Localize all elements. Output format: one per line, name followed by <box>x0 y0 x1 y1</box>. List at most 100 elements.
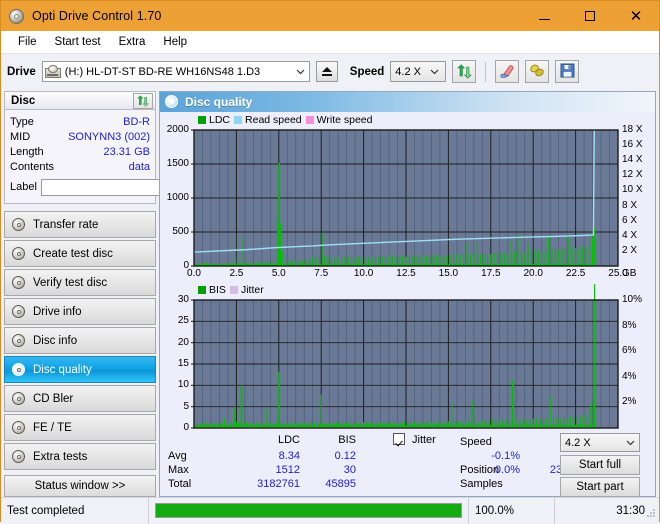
erase-button[interactable] <box>495 60 520 83</box>
window-title: Opti Drive Control 1.70 <box>32 9 162 23</box>
eject-button[interactable] <box>315 61 338 82</box>
y-tick-label: 500 <box>172 226 189 237</box>
resize-grip-icon <box>646 508 656 518</box>
sidebar-item-transfer-rate[interactable]: Transfer rate <box>4 211 156 238</box>
disc-mid-label: MID <box>10 130 31 143</box>
sidebar-item-create-test-disc[interactable]: Create test disc <box>4 240 156 267</box>
legend-swatch <box>229 286 238 294</box>
sidebar-item-label: Disc quality <box>33 363 92 376</box>
menu-bar: File Start test Extra Help <box>1 31 659 53</box>
x-tick-label: 7.5 <box>314 268 329 279</box>
sidebar-item-drive-info[interactable]: Drive info <box>4 298 156 325</box>
legend-label: LDC <box>209 114 231 126</box>
y2-tick-label: 14 X <box>622 154 643 166</box>
stats-ldc-total: 3182761 <box>257 478 300 490</box>
refresh-icon <box>137 94 149 107</box>
disc-contents-label: Contents <box>10 160 55 173</box>
ldc-chart[interactable]: LDC Read speed Write speed 0 500 1000 1500 2000… <box>160 114 654 282</box>
chevron-down-icon <box>292 69 309 75</box>
refresh-icon <box>457 64 472 79</box>
y2-tick-label: 4% <box>622 370 637 382</box>
y2-tick-label: 16 X <box>622 139 643 151</box>
test-speed-select[interactable]: 4.2 X <box>560 433 640 452</box>
disc-icon <box>11 420 27 436</box>
sidebar-item-label: Verify test disc <box>33 276 108 289</box>
legend-label: BIS <box>209 284 226 296</box>
y2-tick-label: 6 X <box>622 214 638 226</box>
plug-button[interactable] <box>525 60 550 83</box>
legend-label: Jitter <box>240 284 264 296</box>
stats-row-label-total: Total <box>168 478 192 490</box>
bis-jitter-chart[interactable]: BISJitter0510152025302%4%6%8%10%0.02.55.… <box>160 284 654 444</box>
progress-percent: 100.0% <box>469 497 555 524</box>
chart-bottom-legend: BIS Jitter <box>198 284 264 296</box>
sidebar-item-fe-te[interactable]: FE / TE <box>4 414 156 441</box>
toolbar-separator <box>485 61 487 82</box>
sidebar-item-cd-bler[interactable]: CD Bler <box>4 385 156 412</box>
sidebar-item-label: Transfer rate <box>33 218 99 231</box>
legend-swatch <box>198 116 206 124</box>
y2-tick-label: 4 X <box>622 229 638 241</box>
y-tick-label: 20 <box>177 336 189 348</box>
test-speed-value: 4.2 X <box>565 436 591 449</box>
start-full-button[interactable]: Start full <box>560 455 640 475</box>
close-icon: ✕ <box>629 6 643 25</box>
app-disc-icon <box>8 8 25 25</box>
y-tick-label: 25 <box>177 315 189 327</box>
y-tick-label: 10 <box>177 379 189 391</box>
speed-select[interactable]: 4.2 X <box>390 61 447 82</box>
samples-stat-label: Samples <box>460 478 503 490</box>
disc-icon <box>11 333 27 349</box>
save-button[interactable] <box>555 60 580 83</box>
refresh-button[interactable] <box>452 60 477 83</box>
y2-tick-label: 12 X <box>622 169 643 181</box>
y2-tick-label: 2% <box>622 396 637 408</box>
menu-item-extra[interactable]: Extra <box>110 34 155 50</box>
sidebar-item-extra-tests[interactable]: Extra tests <box>4 443 156 470</box>
sidebar-item-disc-quality[interactable]: Disc quality <box>4 356 156 383</box>
legend-swatch <box>234 116 243 124</box>
sidebar-item-verify-test-disc[interactable]: Verify test disc <box>4 269 156 296</box>
stats-bis-max: 30 <box>343 464 356 476</box>
disc-info-row-contents: Contents data <box>10 159 150 174</box>
menu-item-file[interactable]: File <box>9 34 46 50</box>
application-window: Opti Drive Control 1.70 ✕ File Start tes… <box>0 0 660 524</box>
stats-row-label-max: Max <box>168 464 189 476</box>
legend-swatch <box>305 116 314 124</box>
content-area: Disc quality LDC Read speed Write speed 0 50… <box>159 89 659 497</box>
chevron-down-icon <box>622 440 639 446</box>
speed-label: Speed <box>349 65 385 78</box>
close-button[interactable]: ✕ <box>613 1 659 31</box>
disc-mid-value: SONYNN3 (002) <box>68 130 150 143</box>
x-tick-label: 5.0 <box>271 268 286 279</box>
x-tick-label: 20.0 <box>523 268 543 279</box>
x-tick-label: 0.0 <box>187 268 201 279</box>
stats-bis-avg: 0.12 <box>334 450 356 462</box>
y-tick-label: 5 <box>183 400 189 412</box>
menu-item-start-test[interactable]: Start test <box>46 34 110 50</box>
speed-select-value: 4.2 X <box>395 65 421 78</box>
drive-select[interactable]: (H:) HL-DT-ST BD-RE WH16NS48 1.D3 <box>41 61 310 82</box>
stats-ldc-max: 1512 <box>275 464 300 476</box>
y2-tick-label: 2 X <box>622 244 638 256</box>
disc-type-value: BD-R <box>123 115 150 128</box>
status-window-button[interactable]: Status window >> <box>4 475 156 497</box>
plug-icon <box>529 63 546 81</box>
jitter-checkbox[interactable] <box>393 433 405 448</box>
y-tick-label: 15 <box>177 358 189 369</box>
minimize-button[interactable] <box>521 1 567 31</box>
legend-label: Write speed <box>316 114 373 126</box>
sidebar-item-disc-info[interactable]: Disc info <box>4 327 156 354</box>
x-tick-label: 12.5 <box>396 268 416 279</box>
speed-stat-label: Speed <box>460 436 492 448</box>
disc-group-title: Disc <box>11 94 36 107</box>
disc-refresh-button[interactable] <box>133 92 153 109</box>
title-bar: Opti Drive Control 1.70 ✕ <box>1 1 659 31</box>
eject-icon <box>321 67 332 76</box>
maximize-button[interactable] <box>567 1 613 31</box>
disc-label-caption: Label <box>10 181 37 193</box>
y2-tick-label: 6% <box>622 345 637 357</box>
menu-item-help[interactable]: Help <box>154 34 196 50</box>
start-part-button[interactable]: Start part <box>560 477 640 497</box>
drive-toolbar: Drive (H:) HL-DT-ST BD-RE WH16NS48 1.D3 … <box>1 53 659 89</box>
